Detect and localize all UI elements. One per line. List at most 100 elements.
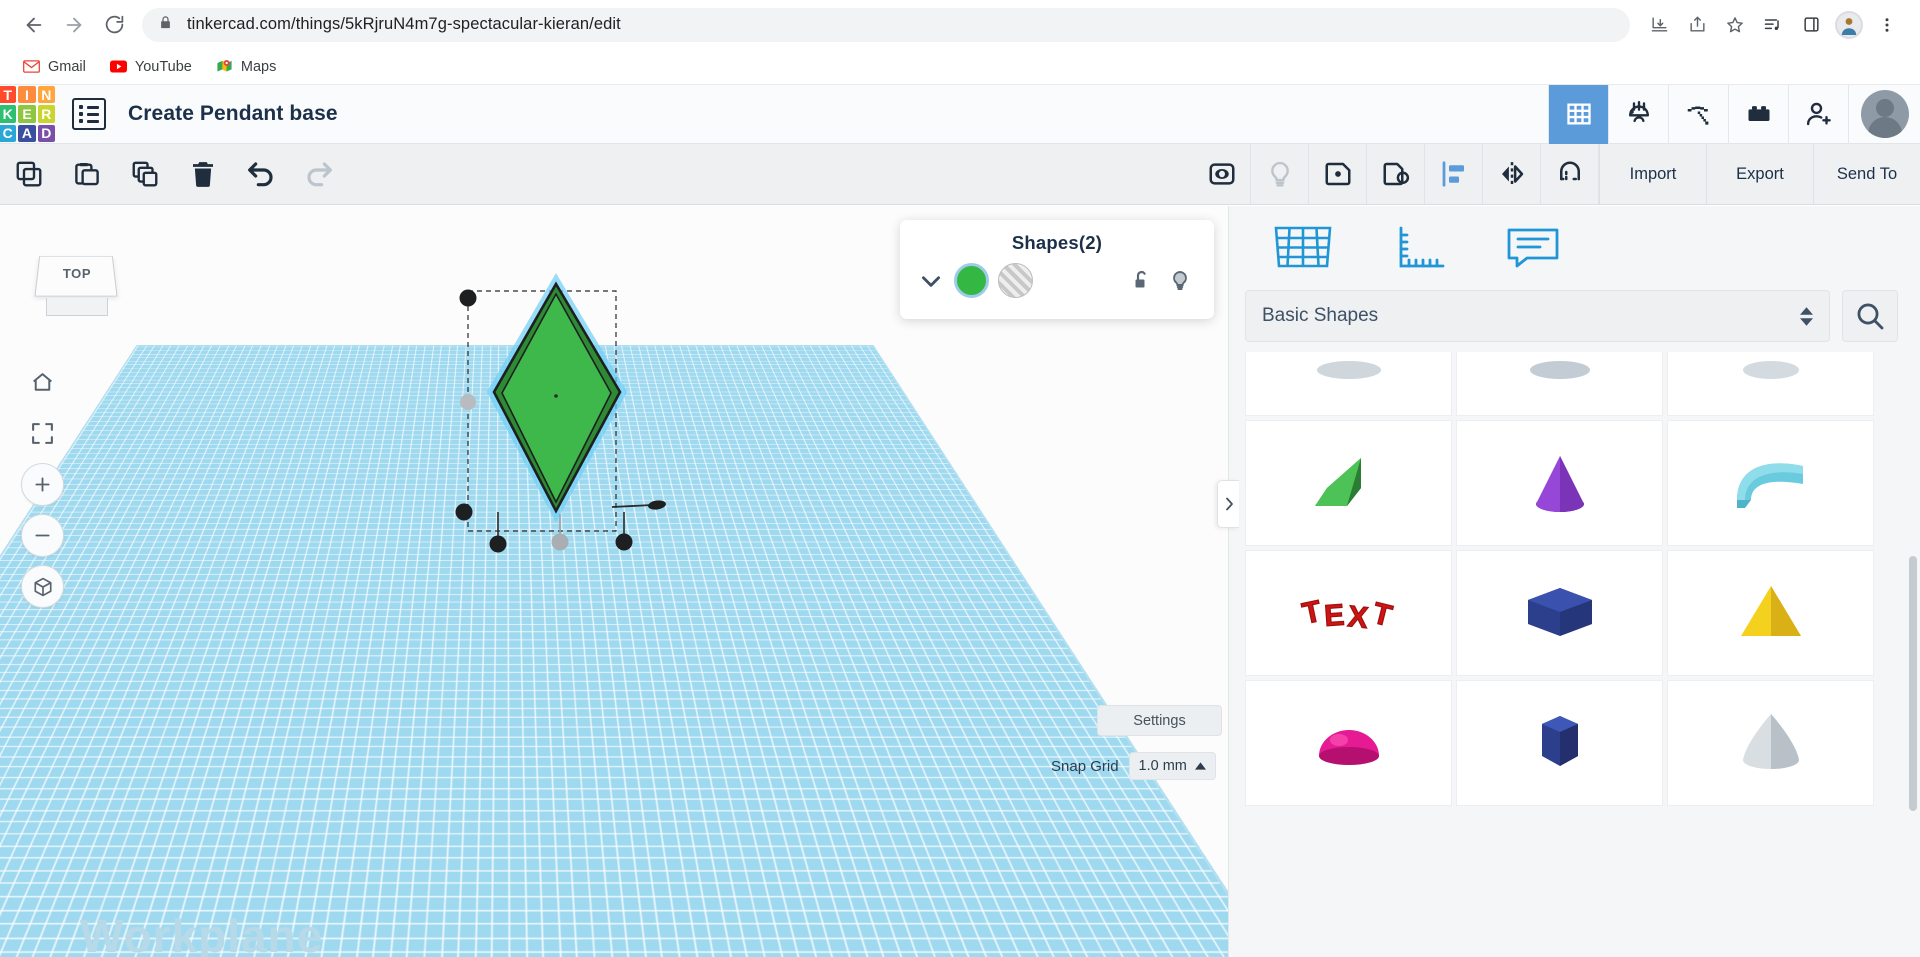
undo-button[interactable] [232, 144, 290, 204]
hole-swatch[interactable] [998, 263, 1033, 298]
viewport-3d[interactable]: Workplane TOP Shapes(2) Settings Snap Gr… [0, 206, 1228, 957]
logo-tile-i: I [18, 86, 36, 104]
sidebar-scroll-thumb[interactable] [1909, 556, 1917, 811]
zoom-in-button[interactable] [21, 463, 64, 506]
solid-color-swatch[interactable] [954, 263, 989, 298]
bookmark-maps[interactable]: Maps [207, 53, 285, 80]
shape-hexagon-prism[interactable] [1456, 680, 1663, 806]
logo-tile-c: C [0, 124, 17, 142]
install-icon[interactable] [1640, 6, 1678, 44]
paste-button[interactable] [58, 144, 116, 204]
copy-button[interactable] [0, 144, 58, 204]
shape-box-angled[interactable] [1456, 550, 1663, 676]
pickaxe-button[interactable] [1668, 84, 1728, 144]
side-panel-icon[interactable] [1792, 6, 1830, 44]
svg-text:T: T [1369, 597, 1395, 633]
search-icon [1857, 303, 1884, 330]
wedge-glyph [1314, 458, 1361, 506]
shape-pyramid[interactable] [1667, 550, 1874, 676]
shapes-inspector-panel[interactable]: Shapes(2) [900, 220, 1214, 319]
tab-ruler[interactable] [1360, 212, 1475, 282]
share-icon[interactable] [1678, 6, 1716, 44]
bookmark-youtube[interactable]: YouTube [101, 53, 201, 80]
invite-user-button[interactable] [1788, 84, 1848, 144]
halfsphere-glyph [1318, 730, 1379, 765]
bookmark-gmail[interactable]: Gmail [14, 53, 95, 80]
view-cube[interactable]: TOP [33, 240, 121, 320]
panel-collapse-handle[interactable] [1217, 480, 1239, 528]
unlock-icon[interactable] [1130, 269, 1154, 293]
fit-to-view-button[interactable] [21, 412, 64, 455]
group-button[interactable] [1309, 144, 1367, 204]
import-button[interactable]: Import [1599, 144, 1706, 204]
hide-button[interactable] [1251, 144, 1309, 204]
logo-tile-t: T [0, 86, 17, 104]
magnet-button[interactable] [1541, 144, 1599, 204]
shape-library-select[interactable]: Basic Shapes [1245, 290, 1830, 342]
curve-glyph [1736, 463, 1803, 508]
bookmark-label: YouTube [134, 58, 192, 75]
header-tools [1548, 84, 1920, 144]
settings-button[interactable]: Settings [1097, 705, 1222, 736]
tinkercad-logo[interactable]: T I N K E R C A D [0, 85, 56, 143]
grid-panel-icon [1274, 226, 1331, 268]
mirror-button[interactable] [1483, 144, 1541, 204]
redo-button[interactable] [290, 144, 348, 204]
back-icon[interactable] [14, 5, 54, 45]
duplicate-button[interactable] [116, 144, 174, 204]
svg-text:T: T [1299, 595, 1324, 631]
lightbulb-icon[interactable] [1168, 269, 1192, 293]
snap-grid-select[interactable]: 1.0 mm [1128, 752, 1216, 780]
snap-grid-label: Snap Grid [1051, 757, 1119, 775]
shape-tube-curve[interactable] [1667, 420, 1874, 546]
grid-view-button[interactable] [1548, 84, 1608, 144]
logo-tile-e: E [18, 105, 36, 123]
sidebar-tabs [1229, 206, 1920, 288]
shape-cell-partial[interactable] [1667, 352, 1874, 416]
tab-notes[interactable] [1475, 212, 1590, 282]
chevron-down-icon[interactable] [918, 268, 944, 294]
hexprism-glyph [1541, 716, 1578, 766]
browser-action-icons [1640, 6, 1906, 44]
svg-text:X: X [1346, 600, 1369, 635]
shape-cell-partial[interactable] [1245, 352, 1452, 416]
forward-icon[interactable] [54, 5, 94, 45]
send-to-button[interactable]: Send To [1813, 144, 1920, 204]
reload-icon[interactable] [94, 5, 134, 45]
shape-half-sphere[interactable] [1245, 680, 1452, 806]
zoom-out-button[interactable] [21, 514, 64, 557]
chrome-menu-icon[interactable] [1868, 6, 1906, 44]
shape-cone[interactable] [1456, 420, 1663, 546]
tab-shapes[interactable] [1245, 212, 1360, 282]
bookmark-label: Maps [240, 58, 277, 75]
paraboloid-glyph [1742, 714, 1799, 769]
logo-tile-a: A [18, 124, 36, 142]
media-list-icon[interactable] [1754, 6, 1792, 44]
export-button[interactable]: Export [1706, 144, 1813, 204]
avatar[interactable] [1860, 90, 1909, 138]
align-button[interactable] [1425, 144, 1483, 204]
home-view-button[interactable] [21, 361, 64, 404]
toolbar-right-buttons: Import Export Send To [1599, 144, 1920, 204]
delete-button[interactable] [174, 144, 232, 204]
bookmark-star-icon[interactable] [1716, 6, 1754, 44]
shape-text[interactable]: T E X T [1245, 550, 1452, 676]
logo-tile-k: K [0, 105, 17, 123]
search-button[interactable] [1842, 290, 1898, 342]
bricks-button[interactable] [1728, 84, 1788, 144]
address-bar[interactable]: tinkercad.com/things/5kRjruN4m7g-spectac… [142, 7, 1630, 42]
workplane-grid[interactable] [0, 345, 1228, 957]
shape-wedge[interactable] [1245, 420, 1452, 546]
ungroup-button[interactable] [1367, 144, 1425, 204]
ortho-perspective-button[interactable] [21, 565, 64, 608]
show-all-button[interactable] [1193, 144, 1251, 204]
profile-avatar[interactable] [1835, 10, 1863, 39]
shape-cell-partial[interactable] [1456, 352, 1663, 416]
sidebar-scrollbar[interactable] [1909, 356, 1917, 951]
panel-toggle-button[interactable] [72, 98, 106, 130]
shapes-panel-title: Shapes(2) [1011, 232, 1103, 253]
avatar-wrapper [1848, 84, 1920, 144]
youtube-icon [109, 58, 127, 75]
shape-paraboloid[interactable] [1667, 680, 1874, 806]
lighting-button[interactable] [1608, 84, 1668, 144]
